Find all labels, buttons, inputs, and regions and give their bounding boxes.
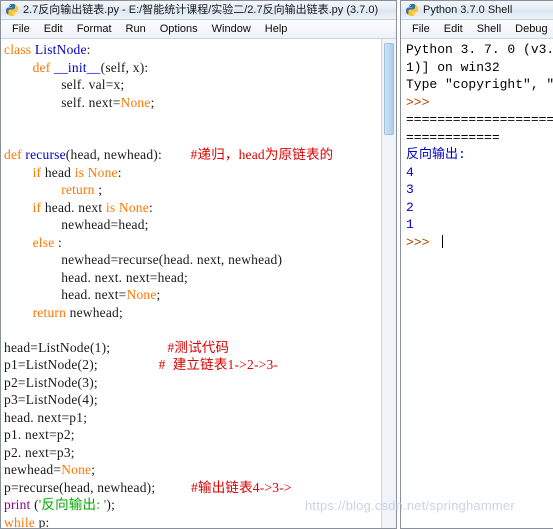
python-idle-icon	[5, 3, 19, 17]
code-token: None	[61, 462, 92, 477]
code-token: None	[87, 164, 118, 180]
idle-shell-window[interactable]: Python 3.7.0 Shell File Edit Shell Debug…	[400, 0, 553, 529]
code-token: #输出链表4->3->	[155, 479, 292, 495]
code-token: # 建立链表1->2->3-	[97, 357, 279, 372]
screen: 2.7反向输出链表.py - E:/智能统计课程/实验二/2.7反向输出链表.p…	[0, 0, 553, 529]
menu-window[interactable]: Window	[205, 20, 258, 38]
shell-line: 2	[406, 199, 414, 215]
code-token: is	[105, 199, 119, 215]
code-token: else	[32, 234, 58, 250]
menu-options[interactable]: Options	[153, 20, 205, 38]
code-token: p=recurse(head, newhead);	[4, 479, 156, 495]
shell-line: >>>	[406, 94, 430, 110]
code-token: None	[118, 199, 149, 215]
editor-titlebar[interactable]: 2.7反向输出链表.py - E:/智能统计课程/实验二/2.7反向输出链表.p…	[1, 1, 396, 20]
code-token: print	[4, 497, 35, 512]
code-token: p2=ListNode(3);	[4, 374, 98, 390]
code-token: p:	[38, 514, 50, 529]
code-token: self. next=	[61, 94, 121, 110]
shell-line: 3	[406, 182, 414, 197]
code-token: p2. next=p3;	[4, 444, 75, 460]
shell-title: Python 3.7.0 Shell	[423, 3, 513, 16]
code-token: return	[61, 182, 99, 197]
code-token: ListNode	[34, 42, 87, 57]
shell-line: ============	[406, 129, 500, 145]
shell-line: Type "copyright", "c	[406, 77, 553, 92]
code-token: newhead=	[4, 462, 62, 477]
menu-help[interactable]: Help	[258, 20, 295, 38]
code-token: while	[4, 514, 39, 529]
code-token: ;	[91, 462, 96, 477]
code-token: head. next=	[61, 287, 127, 302]
editor-vertical-scrollbar[interactable]	[381, 39, 396, 528]
menu-file[interactable]: File	[5, 20, 37, 38]
editor-code-area[interactable]: class ListNode: def __init__(self, x): s…	[1, 39, 380, 528]
code-token: ;	[150, 94, 155, 110]
shell-line: Python 3. 7. 0 (v3. 7. 0	[406, 42, 553, 57]
shell-menu-file[interactable]: File	[405, 20, 437, 38]
menu-edit[interactable]: Edit	[37, 20, 70, 38]
code-token: class	[4, 42, 35, 57]
code-token: self. val=x;	[61, 77, 125, 92]
code-token: __init__	[54, 59, 101, 75]
code-token: ;	[156, 287, 161, 302]
code-token: #测试代码	[110, 339, 230, 355]
code-token: ;	[98, 182, 103, 197]
menu-format[interactable]: Format	[70, 20, 119, 38]
code-token: return	[32, 304, 70, 320]
code-token: '反向输出: '	[38, 497, 107, 512]
text-cursor	[442, 234, 444, 248]
code-token: );	[106, 497, 116, 512]
code-token: p1=ListNode(2);	[4, 357, 98, 372]
shell-output-area[interactable]: Python 3. 7. 0 (v3. 7. 0 1)] on win32 Ty…	[401, 39, 553, 528]
code-token: :	[148, 199, 153, 215]
shell-titlebar[interactable]: Python 3.7.0 Shell	[401, 1, 553, 20]
shell-line: 1	[406, 217, 414, 232]
editor-menubar[interactable]: File Edit Format Run Options Window Help	[1, 20, 396, 39]
idle-editor-window[interactable]: 2.7反向输出链表.py - E:/智能统计课程/实验二/2.7反向输出链表.p…	[0, 0, 397, 529]
shell-line: ======================	[406, 112, 553, 127]
code-token: if	[32, 199, 45, 215]
code-token: None	[126, 287, 157, 302]
shell-menu-shell[interactable]: Shell	[470, 20, 508, 38]
code-token: is	[74, 164, 88, 180]
code-token: head=ListNode(1);	[4, 339, 111, 355]
code-token: newhead=head;	[61, 217, 149, 232]
code-token: None	[120, 94, 151, 110]
shell-menu-debug[interactable]: Debug	[508, 20, 553, 38]
code-token: head. next	[44, 199, 106, 215]
code-token: p1. next=p2;	[4, 427, 75, 442]
code-token: p3=ListNode(4);	[4, 392, 98, 407]
code-token: recurse	[25, 147, 66, 162]
code-token: if	[32, 164, 45, 180]
code-token: head	[44, 164, 75, 180]
editor-scrollbar-thumb[interactable]	[384, 43, 394, 135]
shell-menubar[interactable]: File Edit Shell Debug Optic	[401, 20, 553, 39]
shell-line: 4	[406, 164, 414, 180]
menu-run[interactable]: Run	[119, 20, 153, 38]
editor-title: 2.7反向输出链表.py - E:/智能统计课程/实验二/2.7反向输出链表.p…	[23, 3, 379, 16]
code-token: def	[4, 147, 26, 162]
code-token: newhead=recurse(head. next, newhead)	[61, 252, 283, 267]
code-token: :	[57, 234, 62, 250]
code-token: newhead;	[69, 304, 123, 320]
shell-transcript[interactable]: Python 3. 7. 0 (v3. 7. 0 1)] on win32 Ty…	[402, 39, 553, 251]
code-token: (self, x):	[100, 59, 149, 75]
code-token: #递归，head为原链表的	[161, 147, 334, 162]
code-token: :	[86, 42, 91, 57]
shell-line: 1)] on win32	[406, 59, 500, 75]
code-token: head. next. next=head;	[61, 269, 188, 285]
code-token: head. next=p1;	[4, 409, 88, 425]
shell-line: >>>	[406, 234, 438, 250]
code-token: def	[32, 59, 55, 75]
source-code[interactable]: class ListNode: def __init__(self, x): s…	[1, 39, 380, 528]
code-token: :	[117, 164, 122, 180]
shell-menu-edit[interactable]: Edit	[437, 20, 470, 38]
python-idle-icon	[405, 3, 419, 17]
shell-line: 反向输出:	[406, 147, 466, 162]
code-token: (head, newhead):	[65, 147, 162, 162]
